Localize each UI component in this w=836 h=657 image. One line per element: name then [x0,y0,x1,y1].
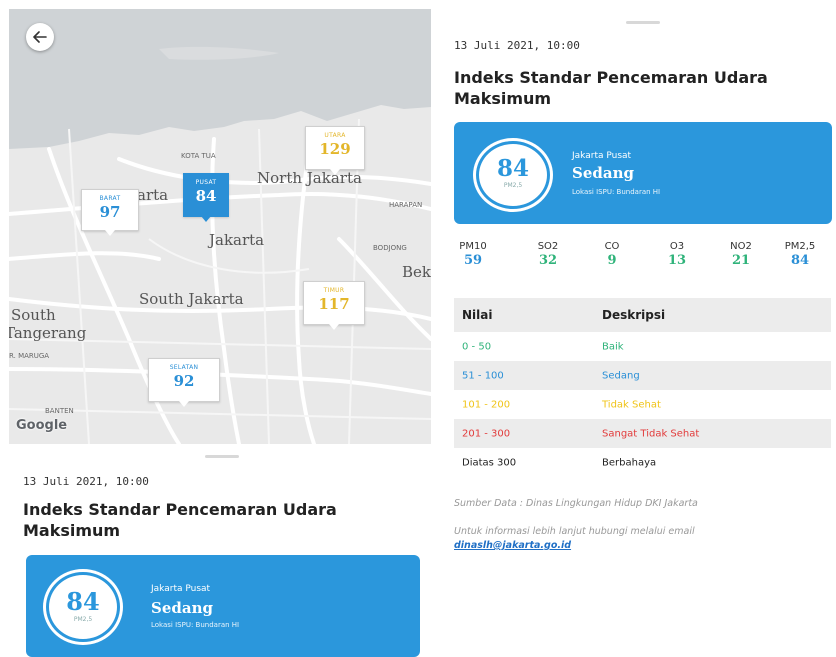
pollutant-value: 21 [731,253,751,268]
aqi-unit: PM2,5 [73,616,93,623]
contact-email-link[interactable]: dinaslh@jakarta.go.id [454,540,571,551]
sheet-drag-handle[interactable] [626,21,660,24]
aqi-value: 84 [496,155,529,182]
aqi-unit: PM2,5 [503,182,523,189]
map-label-banten: BANTEN [45,407,74,415]
pollutant-co: CO 9 [590,241,634,268]
marker-timur[interactable]: TIMUR 117 [303,281,365,330]
contact-note: Untuk informasi lebih lanjut hubungi mel… [454,526,695,537]
pollutant-name: PM10 [459,241,487,252]
map-label-maruga: R. MARUGA [9,352,50,360]
marker-name: SELATAN [169,364,199,371]
map-background [9,9,431,444]
pollutant-value: 84 [790,253,810,268]
marker-selatan[interactable]: SELATAN 92 [148,358,220,407]
table-row: 201 - 300 Sangat Tidak Sehat [454,419,831,448]
marker-name: UTARA [324,132,346,139]
marker-name: PUSAT [195,179,217,186]
row-range: 201 - 300 [462,428,511,439]
marker-value: 129 [319,140,351,158]
card-location: Lokasi ISPU: Bundaran HI [572,188,661,196]
aqi-value: 84 [66,587,100,616]
pollutant-name: CO [604,241,620,252]
table-row: Diatas 300 Berbahaya [454,448,831,477]
map-label-harapan: HARAPAN [389,201,423,209]
map-label-jakarta: Jakarta [209,231,265,249]
map-view[interactable]: KOTA TUA North Jakarta arta Jakarta Sout… [9,9,431,444]
detail-screen: 13 Juli 2021, 10:00 Indeks Standar Pence… [440,9,836,657]
contact-email-row: dinaslh@jakarta.go.id [454,540,571,551]
sheet-date: 13 Juli 2021, 10:00 [23,475,149,488]
aqi-summary-card[interactable]: 84 PM2,5 Jakarta Pusat Sedang Lokasi ISP… [454,122,832,224]
marker-value: 117 [318,295,350,313]
aqi-summary-card[interactable]: 84 PM2,5 Jakarta Pusat Sedang Lokasi ISP… [26,555,420,657]
card-status: Sedang [151,599,213,617]
row-desc: Sangat Tidak Sehat [602,428,700,439]
aqi-circle: 84 PM2,5 [46,572,120,642]
card-region: Jakarta Pusat [572,151,632,161]
table-row: 101 - 200 Tidak Sehat [454,390,831,419]
row-desc: Berbahaya [602,457,657,468]
marker-value: 97 [99,203,121,221]
pollutant-o3: O3 13 [655,241,699,268]
category-table: Nilai Deskripsi 0 - 50 Baik 51 - 100 Sed… [454,298,831,477]
row-range: Diatas 300 [462,457,517,468]
marker-value: 92 [173,372,195,390]
row-desc: Tidak Sehat [602,399,661,410]
map-label-kota-tua: KOTA TUA [181,152,216,160]
card-location: Lokasi ISPU: Bundaran HI [151,621,240,629]
map-label-tangerang: Tangerang [9,324,87,342]
aqi-circle: 84 PM2,5 [476,141,550,209]
marker-barat[interactable]: BARAT 97 [81,189,139,236]
row-desc: Sedang [602,370,640,381]
pollutant-value: 32 [538,253,558,268]
sheet-title-line1: Indeks Standar Pencemaran Udara [23,500,337,519]
marker-value: 84 [195,187,217,205]
pollutant-value: 59 [463,253,483,268]
card-region: Jakarta Pusat [151,584,211,594]
pollutant-so2: SO2 32 [526,241,570,268]
sheet-drag-handle[interactable] [205,455,239,458]
pollutant-name: NO2 [730,241,752,252]
card-status: Sedang [572,164,634,182]
map-label-north-jakarta: North Jakarta [257,169,362,187]
arrow-left-icon [33,31,47,43]
source-note: Sumber Data : Dinas Lingkungan Hidup DKI… [454,498,698,509]
table-row: 51 - 100 Sedang [454,361,831,390]
table-row: 0 - 50 Baik [454,332,831,361]
sheet-date: 13 Juli 2021, 10:00 [454,39,580,52]
row-range: 51 - 100 [462,370,504,381]
map-label-south: South [11,306,56,324]
sheet-title: Indeks Standar Pencemaran Udara Maksimum [23,499,337,541]
marker-name: BARAT [99,195,121,202]
pollutant-pm10: PM10 59 [451,241,495,268]
sheet-title-line2: Maksimum [454,89,552,108]
map-label-bek: Bek [402,263,431,281]
marker-name: TIMUR [323,287,345,294]
header-nilai: Nilai [462,308,493,322]
pollutant-no2: NO2 21 [719,241,763,268]
marker-pusat[interactable]: PUSAT 84 [183,173,229,222]
sheet-title: Indeks Standar Pencemaran Udara Maksimum [454,67,768,109]
map-screen: KOTA TUA North Jakarta arta Jakarta Sout… [9,9,431,657]
sheet-title-line2: Maksimum [23,521,121,540]
pollutant-value: 9 [607,253,617,268]
google-logo: Google [16,418,68,433]
map-label-bodjong: BODJONG [373,244,407,252]
row-desc: Baik [602,341,624,352]
back-button[interactable] [26,23,54,51]
table-header: Nilai Deskripsi [454,298,831,332]
marker-utara[interactable]: UTARA 129 [305,126,365,175]
pollutant-value: 13 [667,253,687,268]
pollutant-name: O3 [669,241,685,252]
map-label-jakarta-west: arta [137,186,169,204]
pollutant-name: PM2,5 [784,241,816,252]
pollutant-name: SO2 [537,241,559,252]
row-range: 0 - 50 [462,341,492,352]
map-label-south-jakarta: South Jakarta [139,290,244,308]
header-deskripsi: Deskripsi [602,308,666,322]
sheet-title-line1: Indeks Standar Pencemaran Udara [454,68,768,87]
row-range: 101 - 200 [462,399,511,410]
pollutant-pm25: PM2,5 84 [778,241,822,268]
